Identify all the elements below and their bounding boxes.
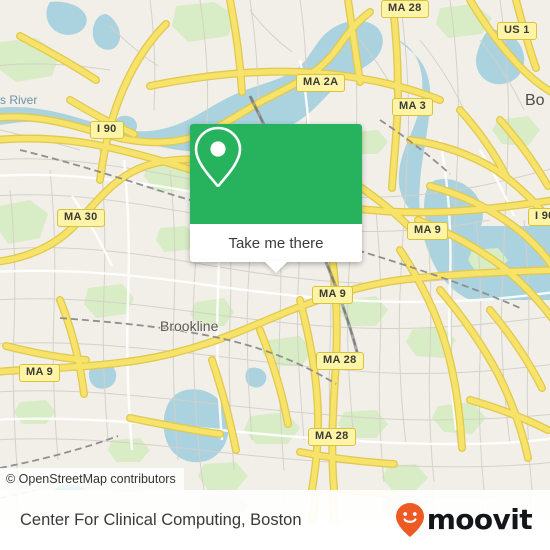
popup-tail-pointer (264, 261, 288, 273)
attribution-text: © OpenStreetMap contributors (6, 472, 176, 486)
page-title: Center For Clinical Computing, Boston (20, 510, 302, 529)
map-shield: MA 28 (381, 0, 429, 18)
map-shield: MA 9 (312, 286, 354, 304)
map-shield: MA 9 (407, 222, 449, 240)
map-pin-icon (194, 126, 242, 188)
map-shield: I 90 (90, 121, 124, 139)
map-shield: MA 3 (392, 98, 434, 116)
map-shield: MA 9 (19, 364, 61, 382)
moovit-station-map-page: MA 28 US 1 MA 2A MA 3 I 90 MA 30 MA 9 I … (0, 0, 550, 550)
map-shield: MA 28 (316, 352, 364, 370)
map-place-label: Brookline (160, 318, 219, 334)
map-shield: I 90 (528, 208, 550, 226)
take-me-there-button[interactable]: Take me there (190, 224, 362, 273)
map-shield: MA 28 (308, 428, 356, 446)
map-attribution[interactable]: © OpenStreetMap contributors (0, 468, 184, 490)
map-shield: MA 30 (57, 209, 105, 227)
popup-pin-panel (190, 124, 362, 224)
map-water-label: s River (0, 93, 38, 107)
map-place-label: Bo (525, 92, 545, 109)
moovit-smiley-pin-icon (395, 503, 424, 537)
moovit-wordmark: moovit (426, 503, 533, 536)
station-popup-card[interactable]: Take me there (190, 124, 362, 273)
map-shield: MA 2A (296, 74, 346, 92)
map-canvas[interactable]: MA 28 US 1 MA 2A MA 3 I 90 MA 30 MA 9 I … (0, 0, 550, 490)
footer-bar: Center For Clinical Computing, Boston mo… (0, 490, 550, 550)
map-shield: US 1 (497, 22, 537, 40)
take-me-there-label: Take me there (228, 234, 324, 252)
moovit-logo[interactable]: moovit (395, 502, 533, 538)
